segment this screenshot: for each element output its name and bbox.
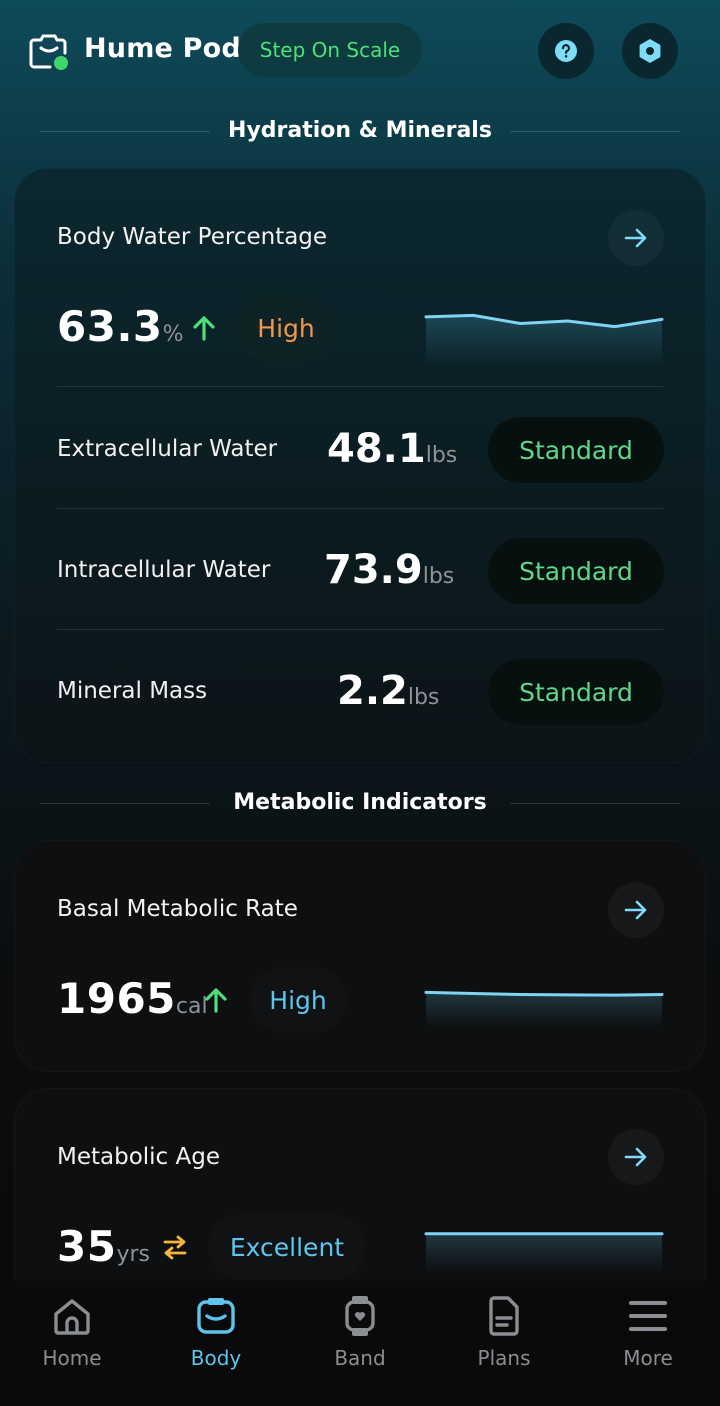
intracellular-water-value: 73.9lbs xyxy=(324,547,455,593)
app-title: Hume Pod xyxy=(84,33,241,64)
bmr-sparkline xyxy=(424,990,664,1028)
divider xyxy=(510,803,680,804)
nav-label: Body xyxy=(190,1346,242,1370)
nav-label: Plans xyxy=(477,1346,531,1370)
status-badge: High xyxy=(250,967,346,1033)
help-icon xyxy=(555,40,577,62)
body-water-value: 63.3% xyxy=(57,302,184,351)
trend-same-icon xyxy=(163,1235,187,1260)
settings-button[interactable] xyxy=(622,23,678,79)
nav-home[interactable]: Home xyxy=(12,1294,132,1394)
intracellular-water-label: Intracellular Water xyxy=(57,557,271,583)
sparkline-area xyxy=(426,992,662,1028)
metabolic-age-value: 35yrs xyxy=(57,1222,150,1271)
status-badge: High xyxy=(236,295,336,361)
metabolic-age-sparkline xyxy=(424,1232,664,1272)
mineral-mass-value: 2.2lbs xyxy=(337,668,440,714)
bottom-navigation: Home Body Band Plans More xyxy=(0,1280,720,1406)
sparkline-area xyxy=(426,1233,662,1272)
step-on-scale-button[interactable]: Step On Scale xyxy=(238,23,422,77)
divider xyxy=(57,629,663,630)
status-badge: Standard xyxy=(488,538,664,604)
band-icon xyxy=(345,1296,375,1336)
body-water-title: Body Water Percentage xyxy=(57,224,328,250)
arrow-right-icon xyxy=(624,1147,647,1167)
nav-label: Band xyxy=(334,1346,386,1370)
body-water-sparkline xyxy=(424,313,664,366)
menu-icon xyxy=(629,1301,667,1331)
nav-more[interactable]: More xyxy=(588,1294,708,1394)
extracellular-water-value: 48.1lbs xyxy=(327,426,458,472)
body-icon xyxy=(197,1298,235,1334)
bmr-title: Basal Metabolic Rate xyxy=(57,896,298,922)
metabolic-section-heading: Metabolic Indicators xyxy=(0,784,720,824)
status-badge: Excellent xyxy=(208,1214,366,1280)
arrow-right-icon xyxy=(624,228,647,248)
plans-icon xyxy=(489,1296,519,1336)
nav-label: More xyxy=(623,1346,673,1370)
mineral-mass-label: Mineral Mass xyxy=(57,678,208,704)
trend-up-icon xyxy=(193,316,215,341)
divider xyxy=(57,508,663,509)
nav-label: Home xyxy=(42,1346,102,1370)
body-water-detail-button[interactable] xyxy=(608,210,664,266)
nav-band[interactable]: Band xyxy=(300,1294,420,1394)
nav-plans[interactable]: Plans xyxy=(444,1294,564,1394)
home-icon xyxy=(54,1299,90,1335)
help-button[interactable] xyxy=(538,23,594,79)
nav-body[interactable]: Body xyxy=(156,1294,276,1394)
divider xyxy=(57,386,663,387)
trend-up-icon xyxy=(205,988,227,1013)
app-header: Hume Pod Step On Scale xyxy=(0,0,720,100)
arrow-right-icon xyxy=(624,900,647,920)
metabolic-age-detail-button[interactable] xyxy=(608,1129,664,1185)
hume-pod-icon xyxy=(29,34,68,70)
bmr-card: Basal Metabolic Rate 1965cal High xyxy=(14,840,706,1072)
status-badge: Standard xyxy=(488,659,664,725)
bmr-detail-button[interactable] xyxy=(608,882,664,938)
status-badge: Standard xyxy=(488,417,664,483)
metabolic-age-card: Metabolic Age 35yrs Excellent xyxy=(14,1088,706,1308)
settings-icon xyxy=(639,39,661,63)
hydration-section-heading: Hydration & Minerals xyxy=(0,112,720,152)
extracellular-water-label: Extracellular Water xyxy=(57,436,278,462)
divider xyxy=(510,131,680,132)
bmr-value: 1965cal xyxy=(57,974,208,1023)
hydration-card: Body Water Percentage 63.3% High Extrace… xyxy=(14,168,706,763)
metabolic-age-title: Metabolic Age xyxy=(57,1144,220,1170)
